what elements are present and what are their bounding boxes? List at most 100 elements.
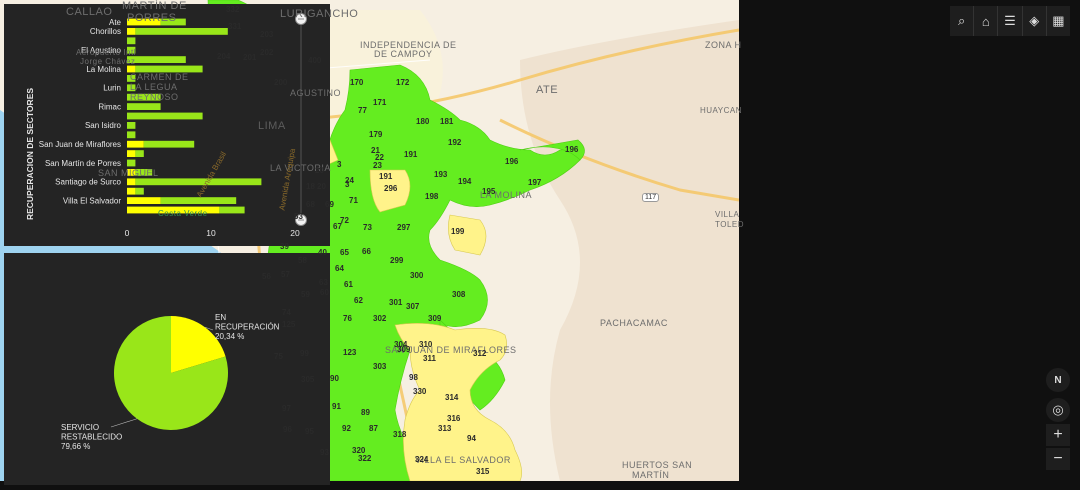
sector-label[interactable]: 192 — [448, 138, 461, 147]
sector-label[interactable]: 97 — [282, 404, 291, 413]
bar-segment[interactable] — [127, 187, 136, 195]
sector-label[interactable]: 330 — [413, 387, 426, 396]
sector-label[interactable]: 299 — [390, 256, 403, 265]
sector-label[interactable]: 180 — [416, 117, 429, 126]
sector-label[interactable]: 123 — [343, 348, 356, 357]
sector-label[interactable]: 196 — [505, 157, 518, 166]
sector-label[interactable]: 22 — [375, 153, 384, 162]
bar-segment[interactable] — [135, 150, 144, 157]
sector-label[interactable]: 331 — [228, 22, 241, 31]
sector-label[interactable]: 20 — [317, 182, 326, 191]
sector-label[interactable]: 3 — [345, 180, 349, 189]
bar-segment[interactable] — [127, 197, 161, 204]
sector-label[interactable]: 305 — [301, 375, 314, 384]
sector-label[interactable]: 318 — [393, 430, 406, 439]
sector-label[interactable]: 75 — [274, 352, 283, 361]
sector-label[interactable]: 94 — [467, 434, 476, 443]
sector-label[interactable]: 98 — [409, 373, 418, 382]
sector-label[interactable]: 309 — [397, 345, 410, 354]
sector-label[interactable]: 302 — [373, 314, 386, 323]
sector-label[interactable]: 76 — [343, 314, 352, 323]
sector-label[interactable]: 324 — [415, 455, 428, 464]
sector-label[interactable]: 297 — [397, 223, 410, 232]
sector-label[interactable]: 3 — [337, 160, 341, 169]
bar-segment[interactable] — [127, 37, 136, 45]
sector-label[interactable]: 310 — [419, 340, 432, 349]
sector-label[interactable]: 197 — [528, 178, 541, 187]
sector-label[interactable]: 89 — [361, 408, 370, 417]
sector-label[interactable]: 91 — [332, 402, 341, 411]
bar-segment[interactable] — [127, 112, 203, 120]
sector-label[interactable]: 93 — [320, 448, 329, 457]
sector-label[interactable]: 195 — [482, 187, 495, 196]
sector-label[interactable]: 92 — [342, 424, 351, 433]
sector-label[interactable]: 315 — [476, 467, 489, 476]
sector-label[interactable]: 301 — [389, 298, 402, 307]
sector-label[interactable]: 61 — [344, 280, 353, 289]
sector-label[interactable]: 71 — [349, 196, 358, 205]
sector-label[interactable]: 201 — [243, 53, 256, 62]
bar-segment[interactable] — [143, 140, 195, 148]
sector-label[interactable]: 67 — [333, 222, 342, 231]
sector-label[interactable]: 20 — [315, 166, 324, 175]
bar-segment[interactable] — [127, 56, 186, 63]
sector-label[interactable]: 90 — [330, 374, 339, 383]
sector-label[interactable]: 314 — [445, 393, 458, 402]
sector-label[interactable]: 303 — [373, 362, 386, 371]
sector-label[interactable]: 202 — [260, 48, 273, 57]
sector-label[interactable]: 313 — [438, 424, 451, 433]
sector-label[interactable]: 63 — [319, 278, 328, 287]
sector-label[interactable]: 171 — [373, 98, 386, 107]
sector-label[interactable]: 300 — [410, 271, 423, 280]
bar-segment[interactable] — [127, 131, 136, 139]
sector-label[interactable]: 322 — [358, 454, 371, 463]
sector-label[interactable]: 60 — [320, 288, 329, 297]
sector-label[interactable]: 191 — [379, 172, 392, 181]
sector-label[interactable]: 65 — [340, 248, 349, 257]
sector-label[interactable]: 203 — [260, 30, 273, 39]
bar-segment[interactable] — [127, 178, 136, 186]
sector-label[interactable]: 74 — [282, 308, 291, 317]
sector-label[interactable]: 62 — [354, 296, 363, 305]
bar-segment[interactable] — [127, 122, 136, 129]
sector-label[interactable]: 64 — [335, 264, 344, 273]
sector-label[interactable]: 66 — [362, 247, 371, 256]
bar-segment[interactable] — [127, 150, 136, 157]
bar-segment[interactable] — [127, 28, 136, 35]
bar-segment[interactable] — [127, 103, 161, 110]
sector-label[interactable]: 170 — [350, 78, 363, 87]
bar-segment[interactable] — [219, 206, 245, 214]
bar-segment[interactable] — [135, 28, 228, 35]
sector-label[interactable]: 191 — [404, 150, 417, 159]
sector-label[interactable]: 125 — [282, 320, 295, 329]
sector-label[interactable]: 332 — [226, 5, 239, 14]
bar-segment[interactable] — [127, 159, 136, 167]
sector-label[interactable]: 18 — [306, 182, 315, 191]
sector-label[interactable]: 56 — [262, 272, 271, 281]
sector-label[interactable]: 172 — [396, 78, 409, 87]
sector-label[interactable]: 73 — [363, 223, 372, 232]
sector-label[interactable]: 400 — [308, 56, 321, 65]
sector-label[interactable]: 23 — [373, 161, 382, 170]
sector-label[interactable]: 59 — [301, 290, 310, 299]
sector-label[interactable]: 204 — [217, 52, 230, 61]
sector-label[interactable]: 57 — [281, 270, 290, 279]
sector-label[interactable]: 296 — [384, 184, 397, 193]
sector-label[interactable]: 69 — [325, 200, 334, 209]
sector-label[interactable]: 194 — [458, 177, 471, 186]
sector-label[interactable]: 58 — [298, 256, 307, 265]
bar-segment[interactable] — [160, 197, 237, 204]
sector-label[interactable]: 308 — [452, 290, 465, 299]
sector-label[interactable]: 307 — [406, 302, 419, 311]
sector-label[interactable]: 179 — [369, 130, 382, 139]
sector-label[interactable]: 53 — [294, 212, 303, 221]
bar-segment[interactable] — [135, 187, 144, 195]
sector-label[interactable]: 199 — [451, 227, 464, 236]
sector-label[interactable]: 68 — [306, 200, 315, 209]
sector-label[interactable]: 99 — [300, 349, 309, 358]
sector-label[interactable]: 196 — [565, 145, 578, 154]
bar-segment[interactable] — [135, 178, 262, 186]
sector-label[interactable]: 87 — [369, 424, 378, 433]
sector-label[interactable]: 40 — [318, 248, 327, 257]
bar-segment[interactable] — [127, 140, 144, 148]
